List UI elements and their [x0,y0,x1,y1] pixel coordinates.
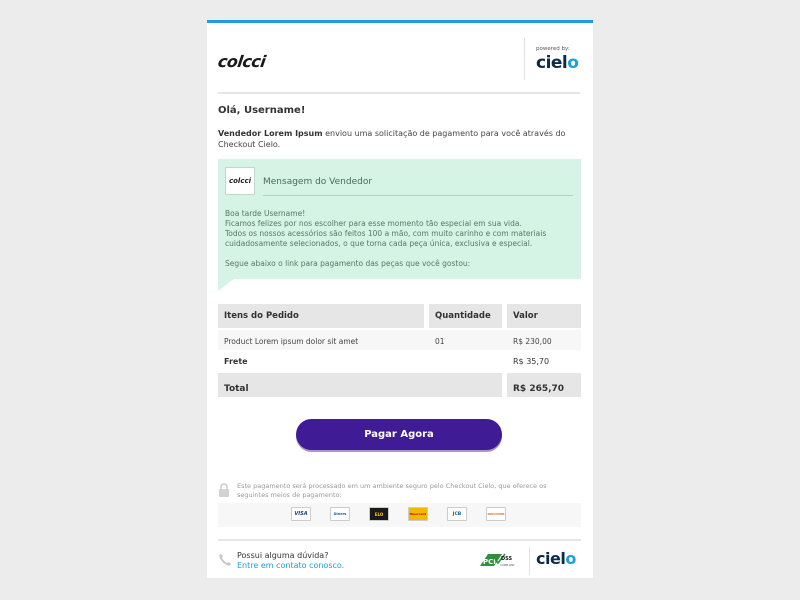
seller-logo: colcci [225,167,255,195]
elo-card-icon: ELO [369,507,389,521]
seller-message-box: colcci Mensagem do Vendedor Boa tarde Us… [218,159,581,279]
svg-text:DSS: DSS [501,556,513,562]
email-header: colcci powered by: cielo [216,36,580,94]
cielo-logo-prefix: ciel [536,53,568,73]
total-label-cell [218,373,502,397]
contact-link[interactable]: Entre em contato conosco. [237,561,344,570]
header-divider [524,38,525,80]
row-value: R$ 230,00 [513,337,552,346]
intro-text: Vendedor Lorem Ipsum enviou uma solicita… [218,128,588,150]
seller-message-paragraph: Segue abaixo o link para pagamento das p… [225,259,471,268]
row-quantity: 01 [435,337,445,346]
payment-methods-row: VISA Diners ELO Hipercard JCB DISCOVER [218,503,581,527]
shipping-label: Frete [224,357,248,366]
store-logo: colcci [216,52,267,71]
discover-card-icon: DISCOVER [486,507,506,521]
total-value: R$ 265,70 [513,384,565,394]
jcb-card-icon: JCB [447,507,467,521]
header-value: Valor [507,304,581,328]
secure-payment-text: Este pagamento será processado em um amb… [237,482,547,499]
shipping-value: R$ 35,70 [513,357,550,366]
row-item: Product Lorem ipsum dolor sit amet [224,337,359,346]
footer-divider [218,539,581,541]
help-question: Possui alguma dúvida? [237,551,329,560]
seller-message-title: Mensagem do Vendedor [263,177,373,187]
visa-card-icon: VISA [291,507,311,521]
hipercard-card-icon: Hipercard [408,507,428,521]
lock-icon [219,483,229,497]
pay-now-button[interactable]: Pagar Agora [296,419,502,450]
svg-text:COMPLIANT: COMPLIANT [500,563,515,567]
header-items: Itens do Pedido [218,304,424,328]
seller-name: Vendedor Lorem Ipsum [218,129,323,138]
pci-dss-badge-icon: PCI DSS COMPLIANT [480,553,515,567]
powered-by-label: powered by: [536,46,570,52]
phone-icon [219,554,231,566]
checkout-email-card: colcci powered by: cielo Olá, Username! … [207,20,593,578]
seller-message-paragraph: Boa tarde Username! Ficamos felizes por … [225,209,547,248]
total-label: Total [224,384,249,394]
footer-logo-divider [529,547,530,575]
greeting: Olá, Username! [218,105,306,116]
cielo-logo-suffix: o [567,53,579,73]
seller-message-divider [263,195,573,196]
diners-card-icon: Diners [330,507,350,521]
footer-cielo-prefix: ciel [536,549,566,568]
footer-cielo-logo: cielo [536,549,576,568]
message-bubble-tail [218,279,234,291]
svg-text:PCI: PCI [483,558,496,566]
cielo-logo: cielo [536,53,579,73]
header-quantity: Quantidade [429,304,502,328]
seller-message-body: Boa tarde Username! Ficamos felizes por … [225,209,575,279]
footer-cielo-suffix: o [565,549,576,568]
